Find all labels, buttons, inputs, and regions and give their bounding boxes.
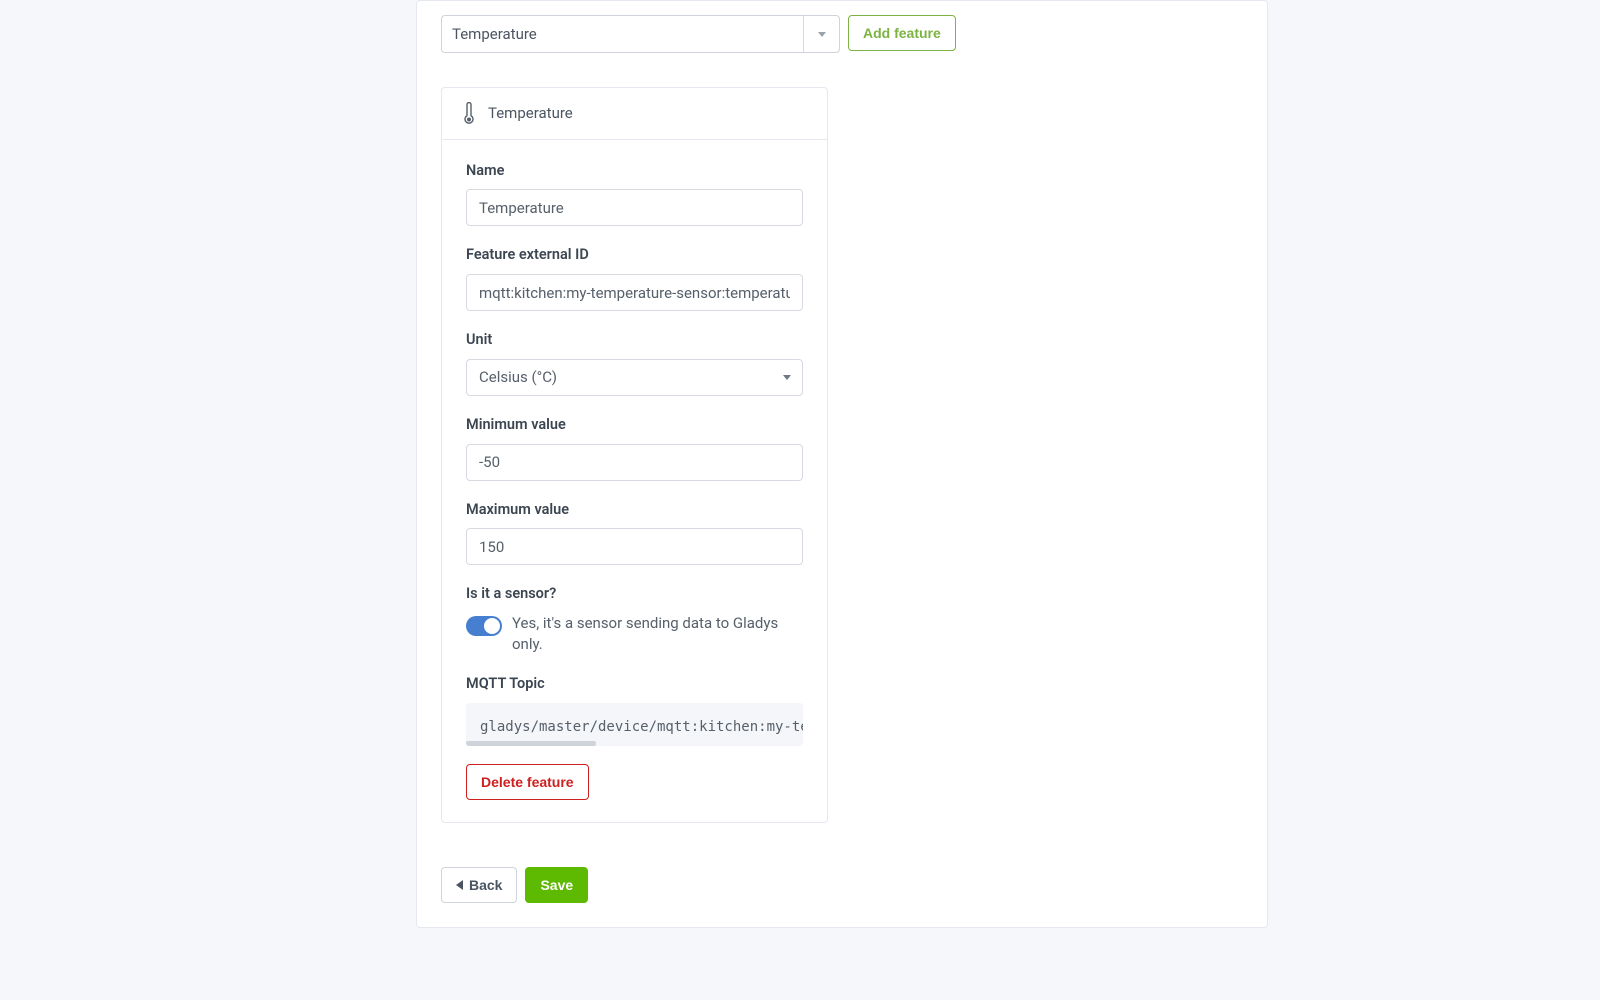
min-label: Minimum value (466, 414, 803, 436)
unit-select[interactable]: Celsius (°C) (466, 359, 803, 396)
feature-selector-row: Temperature Add feature (441, 15, 1243, 53)
add-feature-button-label: Add feature (863, 25, 941, 41)
delete-group: Delete feature (466, 764, 803, 800)
unit-label: Unit (466, 329, 803, 351)
feature-card-body: Name Feature external ID Unit Celsius (°… (442, 140, 827, 822)
min-input[interactable] (466, 444, 803, 481)
feature-type-select-value: Temperature (442, 16, 803, 52)
name-label: Name (466, 160, 803, 182)
back-button-label: Back (469, 877, 502, 893)
add-feature-button[interactable]: Add feature (848, 15, 956, 51)
save-button-label: Save (540, 877, 573, 893)
sensor-label: Is it a sensor? (466, 583, 803, 605)
toggle-knob (484, 618, 500, 634)
mqtt-group: MQTT Topic gladys/master/device/mqtt:kit… (466, 673, 803, 746)
feature-type-select[interactable]: Temperature (441, 15, 840, 53)
external-id-group: Feature external ID (466, 244, 803, 311)
external-id-input[interactable] (466, 274, 803, 311)
unit-group: Unit Celsius (°C) (466, 329, 803, 396)
scrollbar-thumb[interactable] (466, 741, 596, 746)
mqtt-label: MQTT Topic (466, 673, 803, 695)
delete-feature-button-label: Delete feature (481, 774, 574, 790)
form-actions: Back Save (441, 867, 1243, 903)
delete-feature-button[interactable]: Delete feature (466, 764, 589, 800)
feature-card-title: Temperature (488, 102, 573, 125)
name-input[interactable] (466, 189, 803, 226)
save-button[interactable]: Save (525, 867, 588, 903)
feature-card: Temperature Name Feature external ID Uni… (441, 87, 828, 823)
page-root: Temperature Add feature Temperature (0, 0, 1600, 1000)
feature-card-header: Temperature (442, 88, 827, 140)
back-button[interactable]: Back (441, 867, 517, 903)
sensor-group: Is it a sensor? Yes, it's a sensor sendi… (466, 583, 803, 655)
min-group: Minimum value (466, 414, 803, 481)
max-label: Maximum value (466, 499, 803, 521)
chevron-down-icon (803, 16, 839, 52)
mqtt-topic-display[interactable]: gladys/master/device/mqtt:kitchen:my-tem… (466, 703, 803, 746)
name-group: Name (466, 160, 803, 227)
external-id-label: Feature external ID (466, 244, 803, 266)
max-input[interactable] (466, 528, 803, 565)
mqtt-topic-text: gladys/master/device/mqtt:kitchen:my-tem… (480, 719, 803, 735)
device-form-panel: Temperature Add feature Temperature (416, 0, 1268, 928)
sensor-description: Yes, it's a sensor sending data to Glady… (512, 613, 803, 655)
back-arrow-icon (456, 880, 463, 890)
max-group: Maximum value (466, 499, 803, 566)
thermometer-icon (464, 102, 474, 124)
sensor-toggle[interactable] (466, 616, 502, 636)
